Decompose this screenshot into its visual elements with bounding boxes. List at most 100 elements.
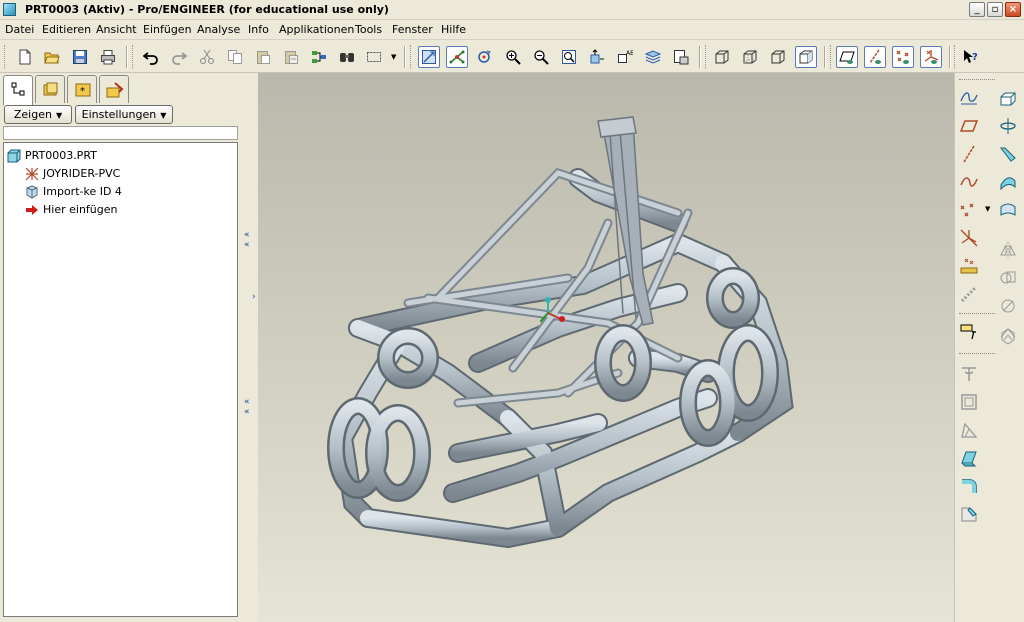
orient-icon[interactable]: [474, 46, 496, 68]
csys-icon[interactable]: [958, 227, 980, 249]
paste-icon[interactable]: [252, 46, 274, 68]
shell-icon[interactable]: [958, 391, 980, 413]
rib-icon[interactable]: [958, 419, 980, 441]
collapse-arrow-icon[interactable]: «: [244, 241, 252, 250]
menu-hilfe[interactable]: Hilfe: [441, 23, 466, 36]
cut-icon[interactable]: [196, 46, 218, 68]
toolbar-grip[interactable]: [410, 45, 413, 69]
show-button-label: Zeigen: [13, 108, 52, 121]
axis-icon[interactable]: [958, 143, 980, 165]
context-help-icon[interactable]: ?: [960, 46, 982, 68]
model-tree-tab[interactable]: [3, 75, 33, 105]
new-icon[interactable]: [14, 46, 36, 68]
regenerate-icon[interactable]: [308, 46, 330, 68]
datum-point-display-icon[interactable]: [892, 46, 914, 68]
chevron-down-icon[interactable]: ▼: [391, 54, 397, 61]
menu-analyse[interactable]: Analyse: [197, 23, 240, 36]
trim-icon[interactable]: [997, 295, 1019, 317]
window-title: PRT0003 (Aktiv) - Pro/ENGINEER (for educ…: [25, 3, 389, 16]
redo-icon[interactable]: [168, 46, 190, 68]
paste-special-icon[interactable]: [280, 46, 302, 68]
layers-icon[interactable]: [642, 46, 664, 68]
menu-tools[interactable]: Tools: [355, 23, 382, 36]
panel-splitter[interactable]: « « › « «: [242, 73, 258, 622]
repaint-icon[interactable]: [418, 46, 440, 68]
zoom-out-icon[interactable]: [530, 46, 552, 68]
collapse-arrow-icon[interactable]: «: [244, 398, 252, 407]
refit-icon[interactable]: [558, 46, 580, 68]
blend-icon[interactable]: [997, 171, 1019, 193]
graphics-viewport[interactable]: [258, 73, 954, 622]
tree-item-label: PRT0003.PRT: [25, 149, 97, 162]
spin-center-icon[interactable]: [446, 46, 468, 68]
folder-browser-tab[interactable]: [35, 75, 65, 103]
shading-icon[interactable]: [795, 46, 817, 68]
plane-icon[interactable]: [958, 115, 980, 137]
frame-model: [327, 116, 794, 549]
hidden-line-icon[interactable]: [739, 46, 761, 68]
extrude-icon[interactable]: [997, 87, 1019, 109]
revolve-icon[interactable]: [997, 115, 1019, 137]
select-box-icon[interactable]: [363, 46, 385, 68]
toolbar-grip[interactable]: [132, 45, 135, 69]
maximize-button[interactable]: ▫: [987, 2, 1003, 17]
app-window: PRT0003 (Aktiv) - Pro/ENGINEER (for educ…: [0, 0, 1024, 622]
datum-axis-display-icon[interactable]: [864, 46, 886, 68]
round-icon[interactable]: [958, 475, 980, 497]
model-display-icon[interactable]: [670, 46, 692, 68]
datum-plane-display-icon[interactable]: [836, 46, 858, 68]
toolbar-separator: [824, 46, 826, 68]
open-icon[interactable]: [41, 46, 63, 68]
merge-icon[interactable]: [997, 267, 1019, 289]
tree-item-label: JOYRIDER-PVC: [43, 167, 121, 180]
datum-icon[interactable]: [958, 283, 980, 305]
curve-icon[interactable]: [958, 171, 980, 193]
draft-icon[interactable]: [958, 447, 980, 469]
menu-datei[interactable]: Datei: [5, 23, 34, 36]
svg-text:?: ?: [972, 52, 978, 63]
toolbar-grip[interactable]: [705, 45, 708, 69]
toolbar-grip[interactable]: [4, 45, 7, 69]
chevron-down-icon[interactable]: ▼: [985, 205, 990, 213]
hole-icon[interactable]: [958, 363, 980, 385]
undo-icon[interactable]: [140, 46, 162, 68]
sweep-icon[interactable]: [997, 143, 1019, 165]
style-icon[interactable]: [997, 199, 1019, 221]
no-hidden-icon[interactable]: [767, 46, 789, 68]
tree-filter-bar[interactable]: [3, 126, 238, 140]
zoom-in-icon[interactable]: [502, 46, 524, 68]
connections-tab[interactable]: [99, 75, 129, 103]
save-icon[interactable]: [69, 46, 91, 68]
toolbar-grip[interactable]: [954, 45, 957, 69]
menu-editieren[interactable]: Editieren: [42, 23, 91, 36]
minimize-button[interactable]: _: [969, 2, 985, 17]
menu-fenster[interactable]: Fenster: [392, 23, 433, 36]
solidify-icon[interactable]: [997, 325, 1019, 347]
sketch-icon[interactable]: [958, 87, 980, 109]
find-icon[interactable]: [336, 46, 358, 68]
svg-text:AB: AB: [626, 50, 633, 57]
annotation-icon[interactable]: [958, 321, 980, 343]
csys-display-icon[interactable]: [920, 46, 942, 68]
main-toolbar: ▼ AB ?: [0, 41, 1024, 73]
collapse-arrow-icon[interactable]: «: [244, 408, 252, 417]
menu-applikationen[interactable]: Applikationen: [279, 23, 354, 36]
menu-info[interactable]: Info: [248, 23, 269, 36]
saved-views-icon[interactable]: AB: [614, 46, 636, 68]
toolbar-grip[interactable]: [830, 45, 833, 69]
close-button[interactable]: ×: [1005, 2, 1021, 17]
favorites-tab[interactable]: *: [67, 75, 97, 103]
chamfer-icon[interactable]: [958, 503, 980, 525]
point-icon[interactable]: [958, 199, 980, 221]
settings-button[interactable]: Einstellungen ▼: [75, 105, 173, 124]
copy-icon[interactable]: [224, 46, 246, 68]
view-manager-icon[interactable]: [586, 46, 608, 68]
analysis-icon[interactable]: [958, 255, 980, 277]
wireframe-icon[interactable]: [711, 46, 733, 68]
menu-ansicht[interactable]: Ansicht: [96, 23, 137, 36]
show-button[interactable]: Zeigen ▼: [4, 105, 72, 124]
collapse-arrow-icon[interactable]: «: [244, 231, 252, 240]
menu-einfuegen[interactable]: Einfügen: [143, 23, 192, 36]
mirror-icon[interactable]: [997, 239, 1019, 261]
print-icon[interactable]: [97, 46, 119, 68]
